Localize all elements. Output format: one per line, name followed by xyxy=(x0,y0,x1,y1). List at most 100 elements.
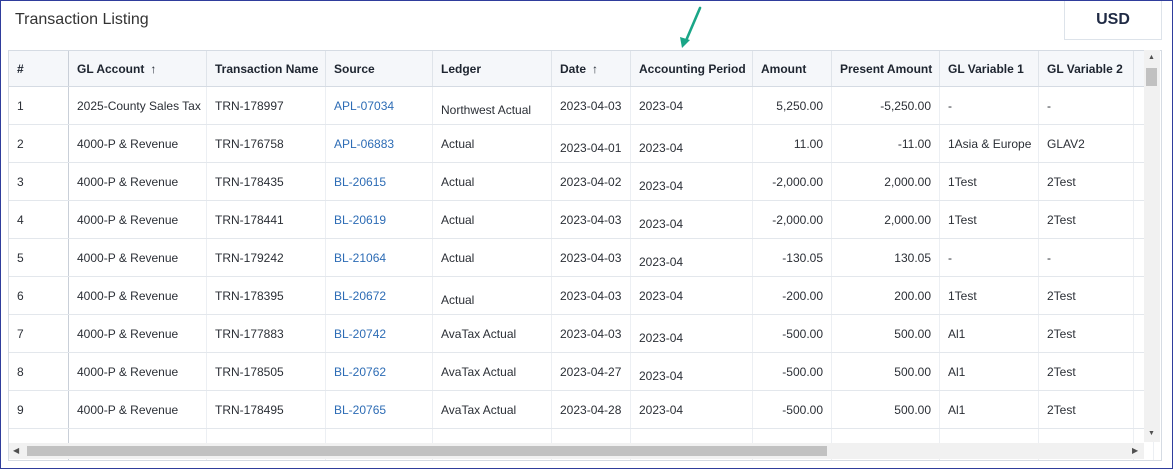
table-row[interactable]: 3 4000-P & Revenue TRN-178435 BL-20615 Actua… xyxy=(9,163,1154,201)
cell-gl-variable-1: 1Asia & Europe xyxy=(940,125,1039,162)
table-row[interactable]: 4 4000-P & Revenue TRN-178441 BL-20619 Actua… xyxy=(9,201,1154,239)
table-row[interactable]: 7 4000-P & Revenue TRN-177883 BL-20742 AvaTa… xyxy=(9,315,1154,353)
cell-amount: -500.00 xyxy=(753,391,832,428)
cell-present-amount: 2,000.00 xyxy=(832,163,940,200)
column-header-present-amount[interactable]: Present Amount xyxy=(832,51,940,86)
horizontal-scroll-thumb[interactable] xyxy=(27,446,827,456)
cell-transaction-name: TRN-178505 xyxy=(207,353,326,390)
sort-ascending-icon[interactable]: ↑ xyxy=(592,62,598,76)
vertical-scrollbar[interactable]: ▲ ▼ xyxy=(1144,50,1160,442)
table-row[interactable]: 6 4000-P & Revenue TRN-178395 BL-20672 Actua… xyxy=(9,277,1154,315)
currency-badge[interactable]: USD xyxy=(1064,1,1162,40)
scroll-down-icon[interactable]: ▼ xyxy=(1148,430,1155,437)
table-row[interactable]: 2 4000-P & Revenue TRN-176758 APL-06883 Actu… xyxy=(9,125,1154,163)
cell-gl-variable-1: 1Test xyxy=(940,201,1039,238)
cell-row-number: 6 xyxy=(9,277,69,314)
source-link[interactable]: BL-21064 xyxy=(326,239,433,276)
column-header-label: Present Amount xyxy=(840,61,933,76)
cell-gl-account: 4000-P & Revenue xyxy=(69,315,207,352)
source-link[interactable]: APL-06883 xyxy=(326,125,433,162)
column-header-label: Accounting Period xyxy=(639,61,746,76)
cell-gl-variable-2: 2Test xyxy=(1039,391,1134,428)
panel-title: Transaction Listing xyxy=(15,11,149,28)
cell-gl-account: 4000-P & Revenue xyxy=(69,163,207,200)
source-link[interactable]: APL-07034 xyxy=(326,87,433,124)
cell-amount: 5,250.00 xyxy=(753,87,832,124)
cell-gl-variable-1: - xyxy=(940,239,1039,276)
cell-amount: -500.00 xyxy=(753,315,832,352)
cell-gl-variable-1: - xyxy=(940,87,1039,124)
cell-accounting-period: 2023-04 xyxy=(631,315,753,352)
scroll-left-icon[interactable]: ◀ xyxy=(13,446,19,455)
cell-gl-variable-2: - xyxy=(1039,87,1134,124)
cell-date: 2023-04-03 xyxy=(552,201,631,238)
cell-accounting-period: 2023-04 xyxy=(631,277,753,314)
cell-present-amount: -5,250.00 xyxy=(832,87,940,124)
column-header-gl-variable-1[interactable]: GL Variable 1 xyxy=(940,51,1039,86)
vertical-scroll-thumb[interactable] xyxy=(1146,68,1157,86)
cell-present-amount: 200.00 xyxy=(832,277,940,314)
cell-date: 2023-04-03 xyxy=(552,277,631,314)
cell-date: 2023-04-03 xyxy=(552,239,631,276)
source-link[interactable]: BL-20672 xyxy=(326,277,433,314)
cell-ledger: AvaTax Actual xyxy=(433,391,552,428)
cell-gl-variable-2: GLAV2 xyxy=(1039,125,1134,162)
scroll-up-icon[interactable]: ▲ xyxy=(1148,54,1155,61)
table-row[interactable]: 5 4000-P & Revenue TRN-179242 BL-21064 Actua… xyxy=(9,239,1154,277)
column-header-gl-variable-2[interactable]: GL Variable 2 xyxy=(1039,51,1134,86)
cell-accounting-period: 2023-04 xyxy=(631,239,753,276)
column-header-source[interactable]: Source xyxy=(326,51,433,86)
cell-amount: -200.00 xyxy=(753,277,832,314)
cell-date: 2023-04-27 xyxy=(552,353,631,390)
column-header-date[interactable]: Date ↑ xyxy=(552,51,631,86)
column-header-row-number[interactable]: # xyxy=(9,51,69,86)
cell-row-number: 2 xyxy=(9,125,69,162)
cell-ledger: AvaTax Actual xyxy=(433,315,552,352)
source-link[interactable]: BL-20762 xyxy=(326,353,433,390)
cell-present-amount: 500.00 xyxy=(832,353,940,390)
table-row[interactable]: 8 4000-P & Revenue TRN-178505 BL-20762 AvaTa… xyxy=(9,353,1154,391)
sort-ascending-icon[interactable]: ↑ xyxy=(150,62,156,76)
cell-row-number: 8 xyxy=(9,353,69,390)
source-link[interactable]: BL-20742 xyxy=(326,315,433,352)
column-header-accounting-period[interactable]: Accounting Period xyxy=(631,51,753,86)
cell-gl-account: 4000-P & Revenue xyxy=(69,239,207,276)
cell-gl-variable-2: 2Test xyxy=(1039,201,1134,238)
cell-gl-account: 4000-P & Revenue xyxy=(69,391,207,428)
cell-gl-account: 4000-P & Revenue xyxy=(69,125,207,162)
cell-row-number: 1 xyxy=(9,87,69,124)
cell-accounting-period: 2023-04 xyxy=(631,87,753,124)
cell-present-amount: -11.00 xyxy=(832,125,940,162)
cell-amount: -2,000.00 xyxy=(753,201,832,238)
column-header-label: GL Account xyxy=(77,61,145,76)
cell-amount: -2,000.00 xyxy=(753,163,832,200)
column-header-transaction-name[interactable]: Transaction Name xyxy=(207,51,326,86)
cell-row-number: 9 xyxy=(9,391,69,428)
table-row[interactable]: 1 2025-County Sales Tax TRN-178997 APL-0703… xyxy=(9,87,1154,125)
column-header-gl-account[interactable]: GL Account ↑ xyxy=(69,51,207,86)
cell-gl-variable-2: - xyxy=(1039,239,1134,276)
cell-transaction-name: TRN-178495 xyxy=(207,391,326,428)
cell-ledger: AvaTax Actual xyxy=(433,353,552,390)
source-link[interactable]: BL-20619 xyxy=(326,201,433,238)
scroll-right-icon[interactable]: ▶ xyxy=(1132,446,1138,455)
cell-row-number: 7 xyxy=(9,315,69,352)
cell-gl-variable-1: Al1 xyxy=(940,353,1039,390)
cell-present-amount: 500.00 xyxy=(832,315,940,352)
source-link[interactable]: BL-20615 xyxy=(326,163,433,200)
transactions-grid: # GL Account ↑ Transaction Name Source Ledger… xyxy=(8,50,1162,461)
cell-gl-account: 4000-P & Revenue xyxy=(69,353,207,390)
cell-transaction-name: TRN-178441 xyxy=(207,201,326,238)
cell-accounting-period: 2023-04 xyxy=(631,125,753,162)
cell-ledger: Actual xyxy=(433,201,552,238)
column-header-ledger[interactable]: Ledger xyxy=(433,51,552,86)
source-link[interactable]: BL-20765 xyxy=(326,391,433,428)
column-header-amount[interactable]: Amount xyxy=(753,51,832,86)
cell-ledger: Actual xyxy=(433,277,552,314)
cell-transaction-name: TRN-178435 xyxy=(207,163,326,200)
table-header-row: # GL Account ↑ Transaction Name Source Ledger… xyxy=(9,51,1154,87)
horizontal-scrollbar[interactable]: ◀ ▶ xyxy=(9,443,1144,459)
table-row[interactable]: 9 4000-P & Revenue TRN-178495 BL-20765 AvaTa… xyxy=(9,391,1154,429)
cell-date: 2023-04-28 xyxy=(552,391,631,428)
cell-gl-variable-2: 2Test xyxy=(1039,163,1134,200)
